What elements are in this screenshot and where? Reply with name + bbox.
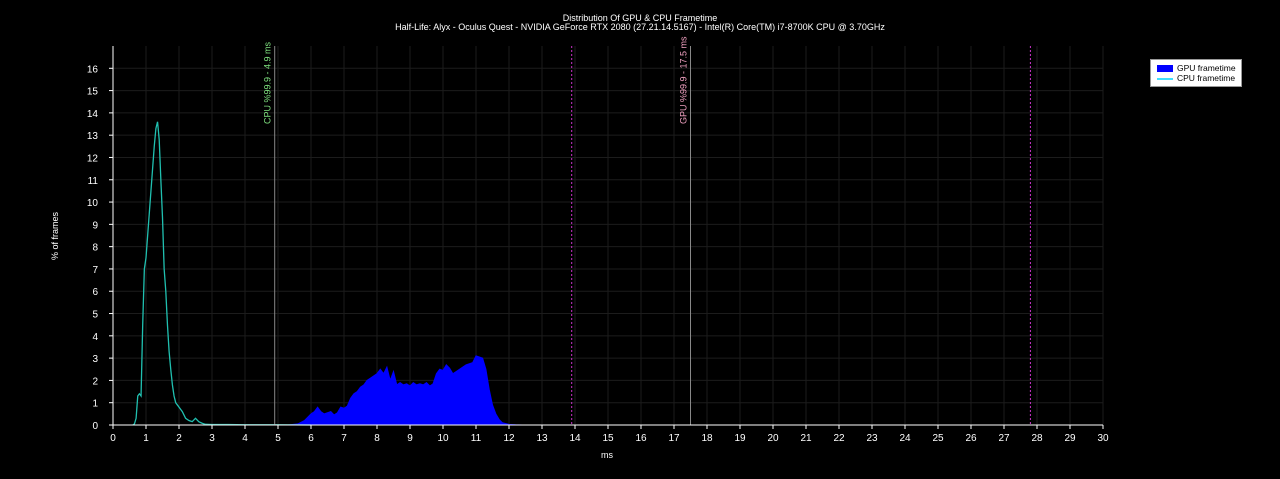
legend-cpu-label: CPU frametime — [1177, 73, 1236, 83]
x-tick-label: 26 — [965, 433, 977, 444]
x-tick-label: 8 — [374, 433, 380, 444]
gpu-area — [287, 355, 523, 426]
y-tick-label: 15 — [87, 87, 99, 98]
x-tick-label: 6 — [308, 433, 314, 444]
y-tick-label: 1 — [92, 399, 98, 410]
legend-gpu-label: GPU frametime — [1177, 63, 1236, 73]
x-tick-label: 10 — [437, 433, 449, 444]
x-tick-label: 4 — [242, 433, 248, 444]
x-tick-label: 5 — [275, 433, 281, 444]
y-tick-label: 3 — [92, 354, 98, 365]
x-tick-label: 30 — [1097, 433, 1109, 444]
x-tick-label: 21 — [800, 433, 812, 444]
x-tick-label: 16 — [635, 433, 647, 444]
x-tick-label: 7 — [341, 433, 347, 444]
y-tick-label: 6 — [92, 287, 98, 298]
x-tick-label: 18 — [701, 433, 713, 444]
x-tick-label: 28 — [1031, 433, 1043, 444]
x-tick-label: 14 — [569, 433, 581, 444]
x-tick-label: 1 — [143, 433, 149, 444]
x-tick-label: 29 — [1064, 433, 1076, 444]
y-tick-label: 0 — [92, 421, 98, 432]
chart-subtitle: Half-Life: Alyx - Oculus Quest - NVIDIA … — [395, 22, 885, 32]
x-tick-label: 25 — [932, 433, 944, 444]
y-tick-label: 5 — [92, 310, 98, 321]
y-tick-label: 7 — [92, 265, 98, 276]
y-axis-label: % of frames — [50, 211, 60, 260]
x-tick-label: 0 — [110, 433, 116, 444]
x-tick-label: 3 — [209, 433, 215, 444]
y-tick-label: 10 — [87, 198, 99, 209]
x-tick-label: 20 — [767, 433, 779, 444]
x-tick-label: 23 — [866, 433, 878, 444]
x-axis-ticks: 0 1 2 3 4 5 6 7 8 9 10 11 12 13 14 15 16 17 18 19 20 21 22 23 24… — [110, 425, 1109, 444]
cpu-line — [132, 121, 312, 426]
x-tick-label: 11 — [471, 433, 482, 444]
x-tick-label: 9 — [407, 433, 413, 444]
legend-item-cpu: CPU frametime — [1157, 73, 1241, 84]
y-tick-label: 11 — [88, 176, 99, 187]
cpu-swatch — [1157, 78, 1173, 80]
grid — [113, 46, 1104, 425]
x-tick-label: 15 — [602, 433, 614, 444]
y-tick-label: 12 — [87, 153, 99, 164]
y-tick-label: 16 — [87, 64, 99, 75]
x-tick-label: 22 — [833, 433, 845, 444]
gpu-swatch — [1157, 65, 1173, 72]
y-tick-label: 8 — [92, 243, 98, 254]
frametime-distribution-chart: Distribution Of GPU & CPU Frametime Half… — [50, 13, 1109, 460]
legend: GPU frametime CPU frametime — [1150, 59, 1242, 87]
gpu-series — [287, 355, 523, 426]
cpu-percentile-label: CPU %99.9 - 4.9 ms — [263, 41, 273, 124]
y-axis-ticks: 012345678910111213141516 — [87, 64, 113, 432]
y-tick-label: 2 — [92, 376, 98, 387]
cpu-series — [132, 121, 312, 426]
y-tick-label: 13 — [87, 131, 99, 142]
y-tick-label: 4 — [92, 332, 98, 343]
gpu-percentile-label: GPU %99.9 - 17.5 ms — [679, 36, 689, 124]
x-tick-label: 2 — [176, 433, 182, 444]
x-tick-label: 13 — [536, 433, 548, 444]
x-tick-label: 19 — [734, 433, 746, 444]
x-axis-label: ms — [601, 450, 613, 460]
x-tick-label: 24 — [899, 433, 911, 444]
y-tick-label: 14 — [87, 109, 99, 120]
y-tick-label: 9 — [92, 220, 98, 231]
x-tick-label: 17 — [668, 433, 680, 444]
x-tick-label: 27 — [998, 433, 1010, 444]
x-tick-label: 12 — [503, 433, 515, 444]
